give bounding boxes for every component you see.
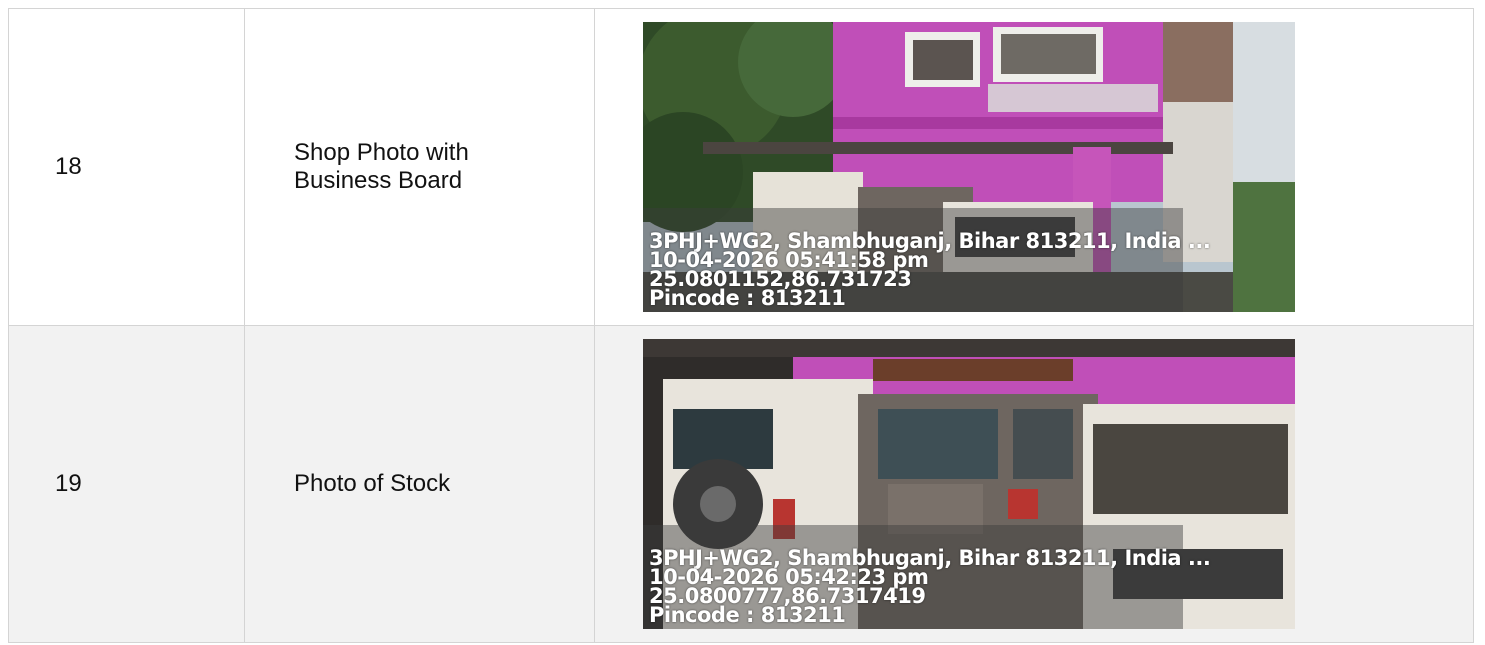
photo-table: 18 Shop Photo with Business Board 3PHJ+W…	[8, 8, 1474, 643]
row-number: 18	[9, 9, 245, 325]
table-row: 18 Shop Photo with Business Board 3PHJ+W…	[9, 9, 1474, 326]
stamp-pincode: Pincode : 813211	[649, 603, 846, 627]
row-label: Shop Photo with Business Board	[245, 9, 595, 325]
row-number: 19	[9, 326, 245, 642]
row-label-text: Shop Photo with Business Board	[294, 139, 469, 194]
stamp-pincode: Pincode : 813211	[649, 286, 846, 310]
geo-stamp: 3PHJ+WG2, Shambhuganj, Bihar 813211, Ind…	[649, 548, 1211, 627]
table-row: 19 Photo of Stock 3PHJ+WG2, Shambhuganj,…	[9, 326, 1474, 643]
row-label-text: Photo of Stock	[294, 470, 451, 497]
shop-photo[interactable]: 3PHJ+WG2, Shambhuganj, Bihar 813211, Ind…	[643, 22, 1295, 312]
photo-cell: 3PHJ+WG2, Shambhuganj, Bihar 813211, Ind…	[595, 326, 1474, 642]
row-label: Photo of Stock	[245, 326, 595, 642]
photo-cell: 3PHJ+WG2, Shambhuganj, Bihar 813211, Ind…	[595, 9, 1474, 325]
geo-stamp: 3PHJ+WG2, Shambhuganj, Bihar 813211, Ind…	[649, 231, 1211, 310]
stock-photo[interactable]: 3PHJ+WG2, Shambhuganj, Bihar 813211, Ind…	[643, 339, 1295, 629]
